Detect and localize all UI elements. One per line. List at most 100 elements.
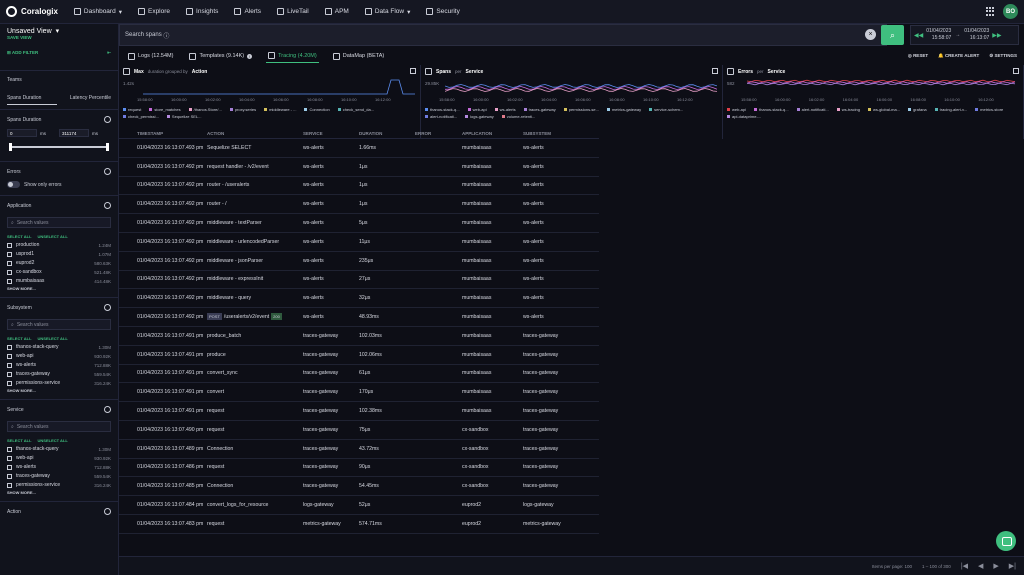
unselect-all-application[interactable]: UNSELECT ALL	[38, 234, 68, 239]
checkbox[interactable]	[7, 446, 12, 452]
table-row[interactable]: 01/04/2023 16:13:07.492 pm router - / ws-a…	[119, 195, 599, 215]
show-more-subsystem[interactable]: SHOW MORE...	[0, 386, 118, 393]
collapse-subsystem-icon[interactable]	[104, 304, 111, 311]
apps-grid-icon[interactable]	[986, 7, 995, 16]
table-row[interactable]: 01/04/2023 16:13:07.484 pm convert_logs_f…	[119, 496, 599, 515]
duration-slider[interactable]	[9, 143, 109, 151]
settings-button[interactable]: ⚙ SETTINGS	[989, 53, 1017, 59]
help-icon[interactable]: ⓘ	[163, 31, 169, 40]
checkbox[interactable]	[7, 482, 12, 488]
application-search-input[interactable]: ⌕ Search values	[7, 217, 111, 228]
tab-datamap[interactable]: DataMap (BETA)	[331, 49, 386, 63]
legend-item[interactable]: grafana	[908, 107, 927, 112]
collapse-service-icon[interactable]	[104, 406, 111, 413]
column-header-duration[interactable]: DURATION	[359, 131, 415, 136]
table-row[interactable]: 01/04/2023 16:13:07.490 pm request traces-…	[119, 421, 599, 440]
items-per-page[interactable]: Items per page: 100	[872, 564, 912, 569]
legend-item[interactable]: Sequelize SEL...	[166, 114, 201, 119]
search-button[interactable]: ⌕	[881, 25, 904, 45]
filter-value-mumbaisaas[interactable]: mumbaisaas 414.48K	[0, 275, 118, 284]
checkbox[interactable]	[7, 362, 12, 368]
duration-min-input[interactable]: 0	[7, 129, 37, 137]
tab-templates[interactable]: Templates (9.14K)!	[187, 49, 254, 63]
filter-value-euprod2[interactable]: euprod2 580.63K	[0, 257, 118, 266]
table-row[interactable]: 01/04/2023 16:13:07.483 pm request metrics…	[119, 515, 599, 534]
reset-button[interactable]: ◎ RESET	[908, 53, 928, 59]
checkbox[interactable]	[7, 353, 12, 359]
reset-duration-icon[interactable]	[104, 116, 111, 123]
legend-item[interactable]: logs-gateway	[465, 114, 494, 119]
table-row[interactable]: 01/04/2023 16:13:07.491 pm convert_sync tr…	[119, 365, 599, 384]
expand-icon[interactable]	[1013, 68, 1019, 74]
time-back-icon[interactable]: ◀◀	[911, 32, 926, 39]
checkbox[interactable]	[7, 380, 12, 386]
first-page-icon[interactable]: |◀	[961, 562, 968, 570]
legend-item[interactable]: check_permissi...	[123, 114, 159, 119]
filter-value-ws-alerts[interactable]: ws-alerts 712.88K	[0, 461, 118, 470]
checkbox[interactable]	[7, 344, 12, 350]
unselect-all-subsystem[interactable]: UNSELECT ALL	[38, 336, 68, 341]
table-row[interactable]: 01/04/2023 16:13:07.492 pm middleware - t…	[119, 214, 599, 233]
legend-item[interactable]: traces-gateway	[523, 107, 556, 112]
nav-item-security[interactable]: Security	[426, 8, 460, 15]
column-header-subsystem[interactable]: SUBSYSTEM	[523, 131, 583, 136]
filter-value-ws-alerts[interactable]: ws-alerts 712.88K	[0, 359, 118, 368]
checkbox[interactable]	[7, 464, 12, 470]
legend-item[interactable]: ws-global-ma...	[867, 107, 900, 112]
collapse-application-icon[interactable]	[104, 202, 111, 209]
checkbox[interactable]	[7, 455, 12, 461]
next-page-icon[interactable]: ▶	[993, 562, 998, 570]
filter-value-traces-gateway[interactable]: traces-gateway 559.54K	[0, 368, 118, 377]
legend-item[interactable]: middleware - ...	[264, 107, 296, 112]
filter-value-permissions-service[interactable]: permissions-service 316.24K	[0, 377, 118, 386]
select-all-service[interactable]: SELECT ALL	[7, 438, 32, 443]
nav-item-data-flow[interactable]: Data Flow ▾	[364, 8, 410, 16]
create-alert-button[interactable]: 🔔 CREATE ALERT	[938, 53, 979, 59]
legend-item[interactable]: alert-notificati...	[425, 114, 457, 119]
table-row[interactable]: 01/04/2023 16:13:07.492 pm router - /user…	[119, 177, 599, 196]
clear-search-button[interactable]: ×	[865, 29, 876, 40]
table-row[interactable]: 01/04/2023 16:13:07.492 pm middleware - q…	[119, 289, 599, 309]
subsystem-search-input[interactable]: ⌕ Search values	[7, 319, 111, 330]
filter-value-cx-sandbox[interactable]: cx-sandbox 521.48K	[0, 266, 118, 275]
table-row[interactable]: 01/04/2023 16:13:07.486 pm request traces-…	[119, 459, 599, 478]
legend-item[interactable]: tracing-alert-v...	[934, 107, 967, 112]
legend-item[interactable]: service-schem...	[649, 107, 683, 112]
nav-item-alerts[interactable]: Alerts	[234, 8, 261, 15]
legend-item[interactable]: thanos-stack-q...	[754, 107, 789, 112]
nav-item-livetail[interactable]: LiveTail	[277, 8, 309, 15]
chat-support-icon[interactable]	[996, 531, 1016, 551]
column-header-action[interactable]: ACTION	[207, 131, 303, 136]
filter-value-traces-gateway[interactable]: traces-gateway 559.54K	[0, 470, 118, 479]
user-avatar[interactable]: BO	[1003, 4, 1018, 19]
slider-min-handle[interactable]	[9, 143, 12, 151]
filter-value-web-api[interactable]: web-api 930.92K	[0, 350, 118, 359]
legend-item[interactable]: metrics-gateway	[606, 107, 641, 112]
filter-value-production[interactable]: production 1.24M	[0, 239, 118, 248]
tab-spans-duration[interactable]: Spans Duration	[7, 95, 41, 101]
legend-item[interactable]: ws-alerts	[494, 107, 516, 112]
table-row[interactable]: 01/04/2023 16:13:07.491 pm produce_batch t…	[119, 327, 599, 346]
legend-item[interactable]: check_send_da...	[337, 107, 374, 112]
legend-item[interactable]: web-api	[727, 107, 746, 112]
table-row[interactable]: 01/04/2023 16:13:07.492 pm middleware - j…	[119, 252, 599, 271]
nav-item-insights[interactable]: Insights	[186, 8, 218, 15]
table-row[interactable]: 01/04/2023 16:13:07.492 pm request handle…	[119, 158, 599, 177]
legend-item[interactable]: proxy.series	[229, 107, 256, 112]
add-filter-button[interactable]: ⊞ ADD FILTER	[7, 50, 38, 56]
collapse-sidebar-icon[interactable]: ⇤	[107, 50, 111, 56]
show-only-errors-toggle[interactable]	[7, 181, 20, 188]
expand-icon[interactable]	[410, 68, 416, 74]
checkbox[interactable]	[7, 242, 12, 248]
column-header-service[interactable]: SERVICE	[303, 131, 359, 136]
checkbox[interactable]	[7, 278, 12, 284]
checkbox[interactable]	[7, 251, 12, 257]
tab-latency-percentile[interactable]: Latency Percentile	[70, 95, 111, 101]
table-row[interactable]: 01/04/2023 16:13:07.491 pm convert traces-…	[119, 383, 599, 403]
legend-item[interactable]: /thanos.Store/...	[188, 107, 222, 112]
duration-max-input[interactable]: 311174	[59, 129, 89, 137]
checkbox[interactable]	[7, 269, 12, 275]
select-all-subsystem[interactable]: SELECT ALL	[7, 336, 32, 341]
last-page-icon[interactable]: ▶|	[1009, 562, 1016, 570]
show-more-service[interactable]: SHOW MORE...	[0, 488, 118, 495]
